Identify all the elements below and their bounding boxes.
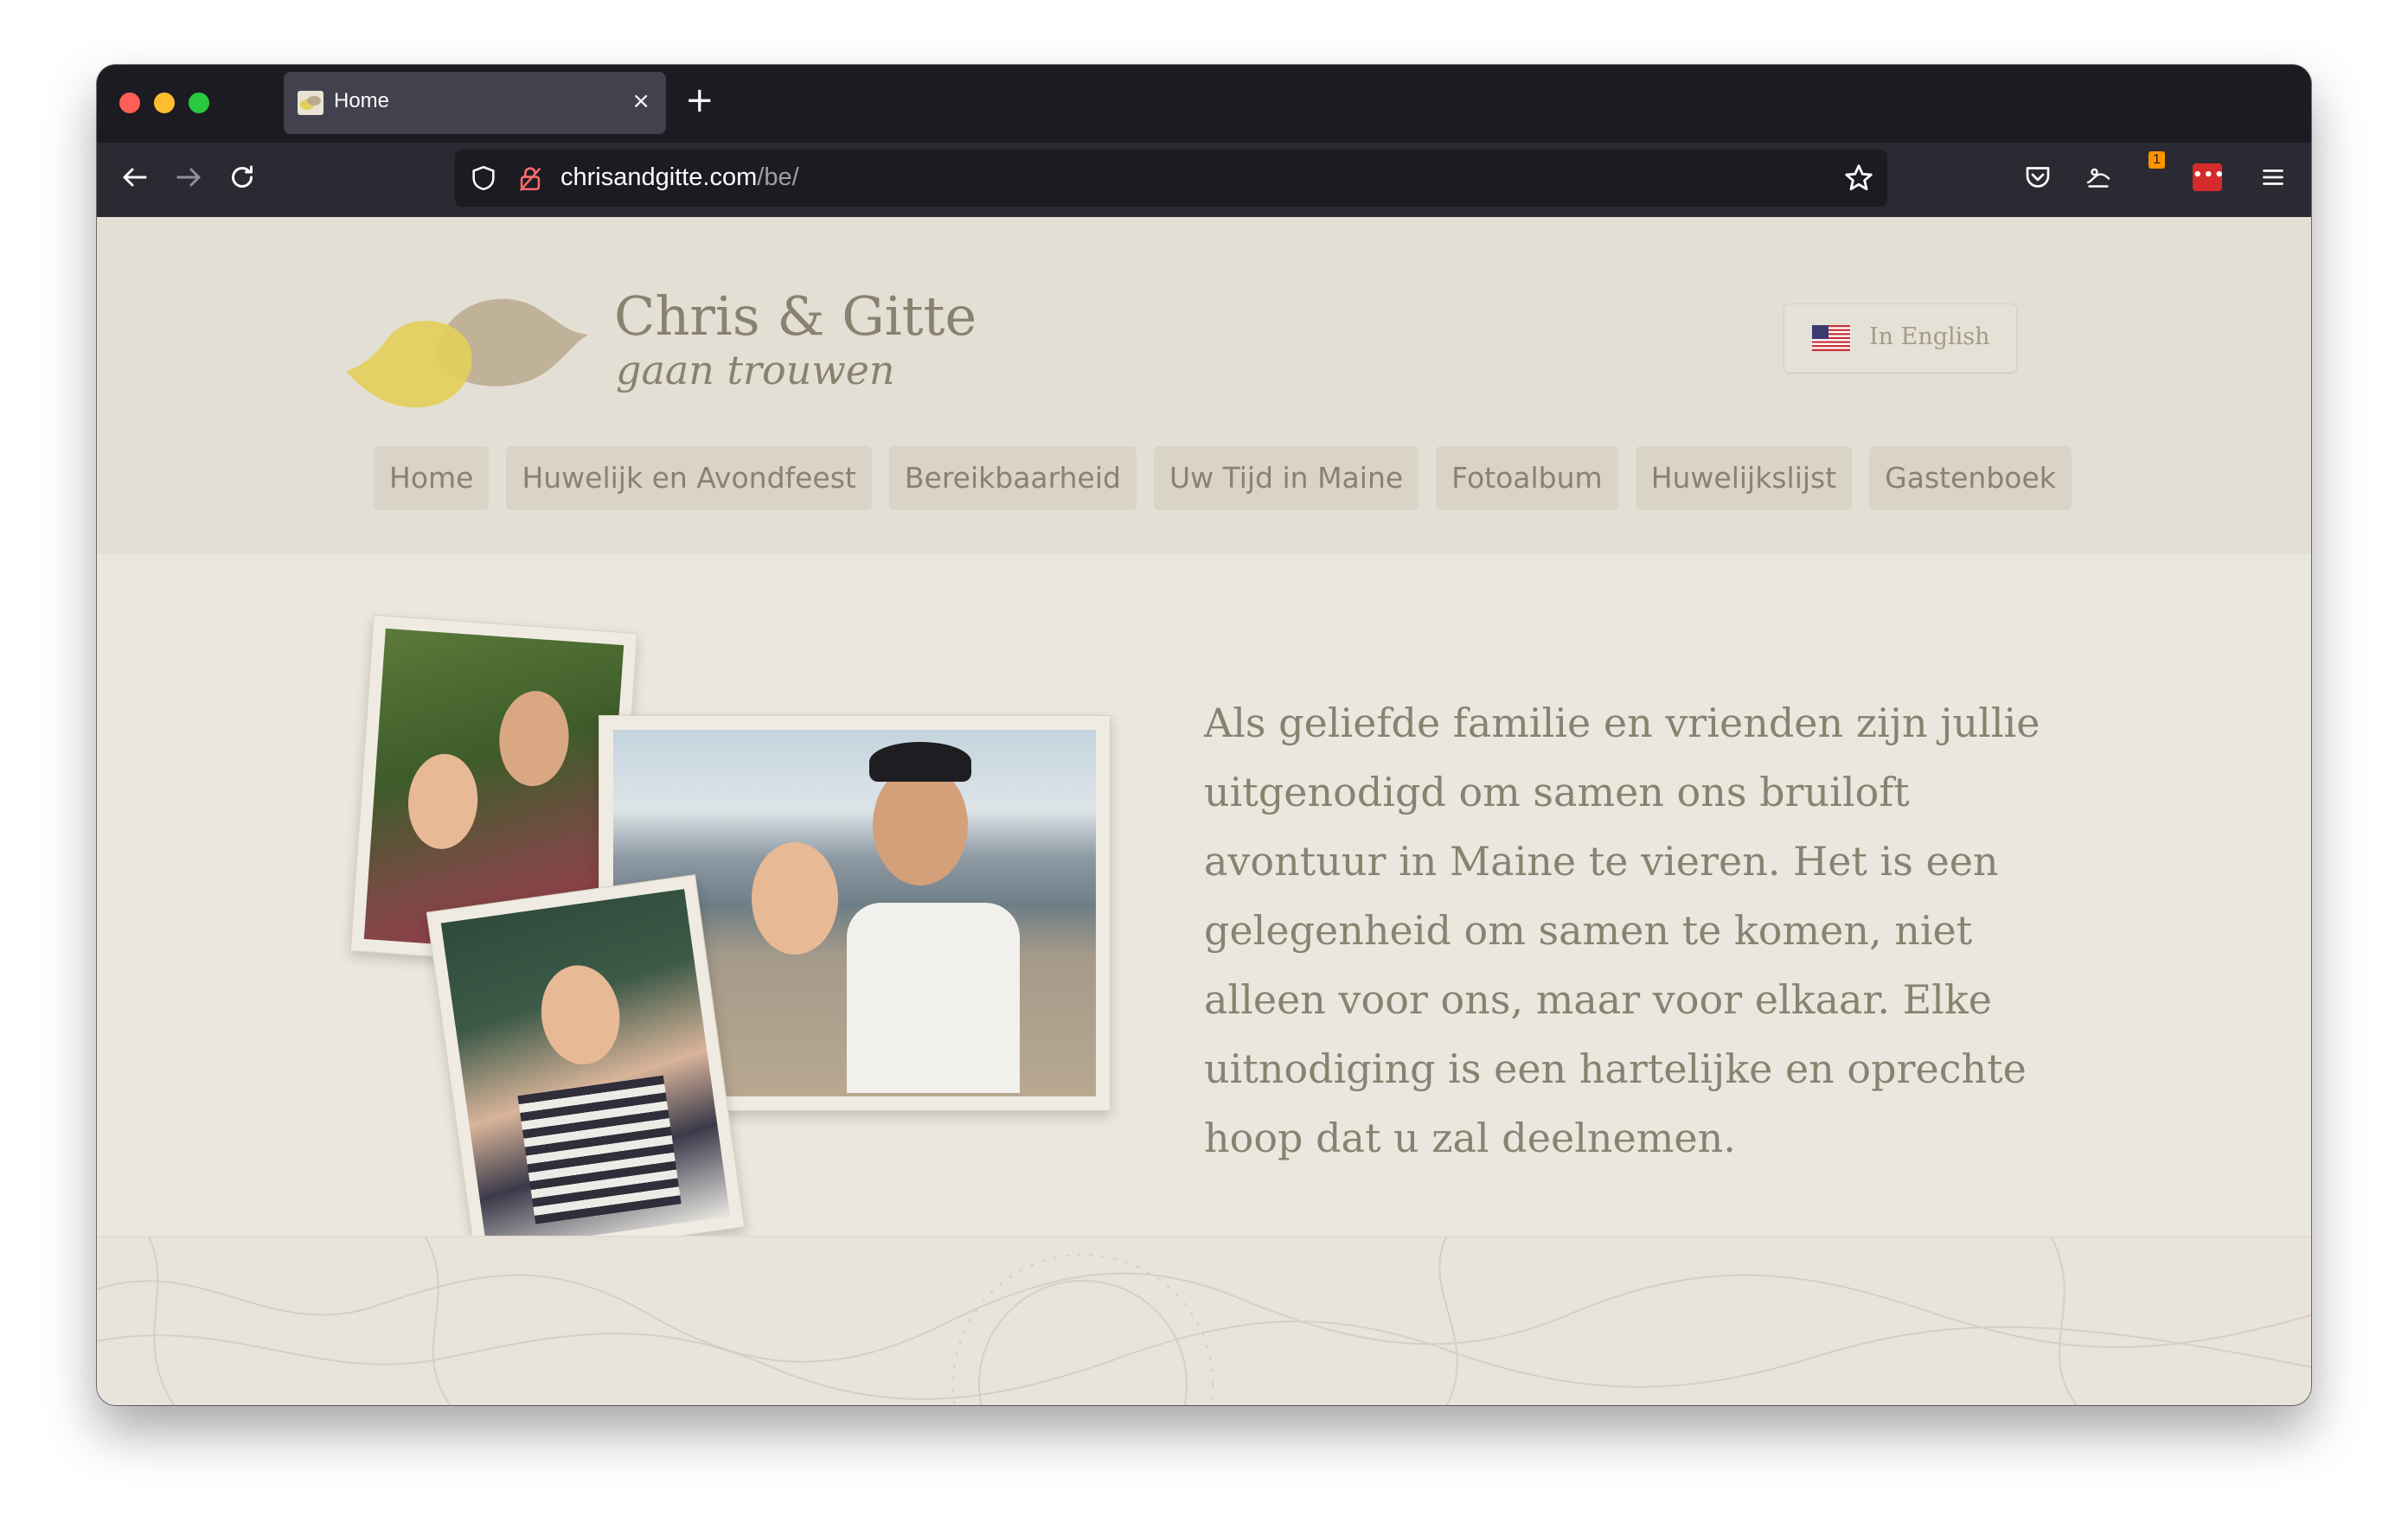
close-window-button[interactable] (119, 93, 140, 113)
english-language-label: In English (1869, 323, 1990, 350)
url-host: chrisandgitte.com (560, 163, 758, 191)
extension-icon[interactable] (2079, 158, 2117, 196)
english-language-button[interactable]: In English (1784, 304, 2017, 373)
minimize-window-button[interactable] (154, 93, 175, 113)
shield-icon[interactable] (469, 163, 498, 193)
photo-shirt (847, 903, 1020, 1093)
nav-item-maine[interactable]: Uw Tijd in Maine (1153, 446, 1419, 510)
url-path: /be/ (757, 163, 799, 191)
browser-window: Home × + chrisandgitte.com/be/ 1 ••• Chr… (97, 65, 2311, 1405)
nav-item-guestbook[interactable]: Gastenboek (1869, 446, 2072, 510)
photo-face (535, 960, 626, 1070)
intro-paragraph: Als geliefde familie en vrienden zijn ju… (1204, 700, 2040, 1161)
extension-red-icon[interactable]: ••• (2193, 163, 2225, 191)
reload-icon[interactable] (223, 158, 261, 196)
nav-item-registry[interactable]: Huwelijkslijst (1635, 446, 1853, 510)
star-icon[interactable] (1842, 162, 1875, 195)
photo-image (440, 889, 731, 1250)
nav-item-wedding[interactable]: Huwelijk en Avondfeest (506, 446, 872, 510)
photo-face (873, 764, 968, 885)
web-page: Chris & Gitte gaan trouwen In English Ho… (97, 217, 2311, 1405)
main-navigation: Home Huwelijk en Avondfeest Bereikbaarhe… (374, 446, 2072, 514)
photo-ice-cream (426, 874, 746, 1265)
navigation-toolbar: chrisandgitte.com/be/ 1 ••• (97, 143, 2311, 217)
tab-title: Home (334, 89, 390, 112)
photo-face (752, 842, 838, 955)
new-tab-button[interactable]: + (685, 79, 714, 122)
url-bar[interactable]: chrisandgitte.com/be/ (455, 150, 1887, 207)
us-flag-icon (1812, 325, 1850, 351)
extension-badge: 1 (2149, 151, 2165, 169)
zoom-window-button[interactable] (189, 93, 209, 113)
site-subtitle: gaan trouwen (616, 347, 895, 393)
map-footer-decoration (97, 1236, 2311, 1405)
url-text[interactable]: chrisandgitte.com/be/ (560, 163, 799, 192)
photo-face (405, 751, 481, 852)
site-title: Chris & Gitte (614, 284, 977, 348)
arrow-left-icon[interactable] (116, 158, 154, 196)
nav-item-home[interactable]: Home (374, 446, 490, 510)
hamburger-menu-icon[interactable] (2254, 158, 2292, 196)
site-favicon-icon (298, 91, 323, 115)
birds-logo-icon[interactable] (337, 284, 588, 414)
lock-icon[interactable] (516, 163, 545, 193)
tab-home[interactable]: Home × (284, 72, 666, 134)
nav-item-directions[interactable]: Bereikbaarheid (888, 446, 1137, 510)
arrow-right-icon[interactable] (170, 158, 208, 196)
pocket-icon[interactable] (2019, 158, 2057, 196)
nav-item-photo-album[interactable]: Fotoalbum (1436, 446, 1618, 510)
site-header: Chris & Gitte gaan trouwen In English Ho… (97, 217, 2311, 556)
photo-face (496, 688, 573, 789)
tab-close-icon[interactable]: × (631, 87, 650, 115)
topographic-map-icon (97, 1237, 2311, 1405)
screenshot-stage: Home × + chrisandgitte.com/be/ 1 ••• Chr… (0, 0, 2408, 1534)
tab-bar: Home × + (97, 65, 2311, 143)
photo-cap (869, 742, 971, 782)
photo-shirt (517, 1075, 682, 1224)
